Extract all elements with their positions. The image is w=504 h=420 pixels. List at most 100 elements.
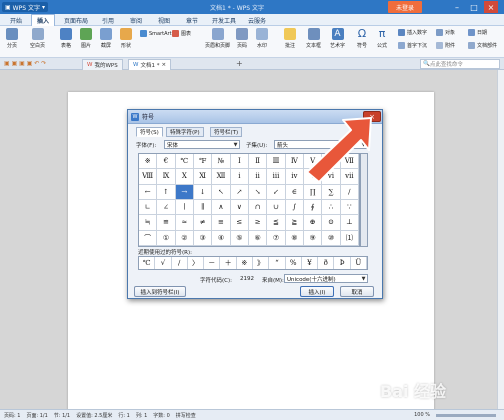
symbol-cell[interactable]: ⅳ (285, 169, 304, 185)
wordart-button[interactable]: A 艺术字 (330, 28, 345, 49)
symbol-cell[interactable]: ℃ (175, 154, 194, 170)
symbol-cell[interactable]: № (212, 154, 231, 170)
symbol-cell[interactable]: ↓ (194, 184, 213, 200)
tab-home[interactable]: 开始 (4, 14, 28, 26)
app-menu-button[interactable]: ▣ WPS 文字 ▾ (2, 2, 48, 12)
tab-page-layout[interactable]: 页面布局 (60, 14, 92, 26)
symbol-cell[interactable]: Ⅲ (267, 154, 286, 170)
page-number-button[interactable]: 页码 (236, 28, 248, 49)
symbol-cell[interactable]: ∮ (304, 199, 323, 216)
symbol-cell[interactable]: ※ (139, 154, 158, 170)
command-search-input[interactable]: 🔍 点此查找命令 (420, 59, 500, 69)
screenshot-button[interactable]: 截屏 (100, 28, 112, 49)
smartart-button[interactable]: SmartArt (140, 30, 172, 37)
table-button[interactable]: 表格 (60, 28, 72, 49)
insert-button[interactable]: 插入(I) (300, 286, 334, 297)
symbol-cell[interactable]: ⅱ (249, 169, 268, 185)
zoom-level[interactable]: 100 % (414, 412, 430, 418)
symbol-cell[interactable]: ⑨ (304, 230, 323, 246)
symbol-cell[interactable]: ↙ (267, 184, 286, 200)
tab-special-chars[interactable]: 特殊字符(P) (166, 127, 204, 137)
symbol-cell[interactable]: → (175, 184, 194, 200)
symbol-cell[interactable]: ③ (194, 230, 213, 246)
tab-insert[interactable]: 插入 (31, 14, 55, 26)
symbol-cell[interactable]: ∵ (340, 199, 359, 216)
symbol-cell[interactable]: Ⅹ (175, 169, 194, 185)
symbol-cell[interactable]: ⑴ (340, 230, 359, 246)
shapes-button[interactable]: 形状 (120, 28, 132, 49)
symbol-cell[interactable]: ⊕ (304, 215, 323, 231)
blank-page-button[interactable]: 空白页 (30, 28, 45, 49)
recent-symbol-cell[interactable]: Ü (351, 257, 367, 269)
quick-toolbar-icon[interactable]: ▣ ▣ ▣ ▣ ↶ ↷ (4, 60, 46, 67)
symbol-cell[interactable]: ⑥ (249, 230, 268, 246)
symbol-cell[interactable]: ⌒ (139, 230, 158, 246)
watermark-button[interactable]: 水印 (256, 28, 268, 49)
recent-symbol-cell[interactable]: √ (155, 257, 172, 269)
symbol-cell[interactable]: ⑦ (267, 230, 286, 246)
symbol-cell[interactable]: ⊙ (322, 215, 341, 231)
symbol-cell[interactable]: ≦ (267, 215, 286, 231)
new-tab-icon[interactable]: + (236, 59, 243, 68)
attachment-button[interactable]: 附件 (436, 42, 455, 49)
symbol-cell[interactable]: Ⅷ (139, 169, 158, 185)
symbol-button[interactable]: Ω 符号 (356, 28, 368, 50)
tab-developer[interactable]: 开发工具 (208, 14, 240, 26)
tab-chapter[interactable]: 章节 (180, 14, 204, 26)
symbol-cell[interactable]: ⊥ (340, 215, 359, 231)
symbol-cell[interactable]: ∪ (267, 199, 286, 216)
minimize-icon[interactable]: – (450, 1, 464, 13)
symbol-cell[interactable]: ↑ (157, 184, 176, 200)
symbol-cell[interactable]: ④ (212, 230, 231, 246)
symbol-cell[interactable]: ∠ (157, 199, 176, 216)
symbol-cell[interactable]: ∨ (230, 199, 249, 216)
recent-symbol-cell[interactable]: ＋ (220, 257, 237, 269)
symbol-cell[interactable]: ≡ (212, 215, 231, 231)
drop-cap-button[interactable]: 首字下沉 (398, 42, 427, 49)
symbol-cell[interactable]: ∈ (285, 184, 304, 200)
close-icon[interactable]: × (484, 1, 498, 13)
formula-button[interactable]: π 公式 (376, 28, 388, 50)
symbol-cell[interactable]: ≥ (249, 215, 268, 231)
symbol-cell[interactable]: ∧ (212, 199, 231, 216)
symbol-cell[interactable]: ∑ (322, 184, 341, 200)
symbol-cell[interactable]: ① (157, 230, 176, 246)
tab-references[interactable]: 引用 (96, 14, 120, 26)
vertical-scrollbar[interactable] (497, 70, 504, 409)
symbol-cell[interactable]: ⑩ (322, 230, 341, 246)
recent-symbol-cell[interactable]: ∕ (172, 257, 188, 269)
symbol-cell[interactable]: Ⅸ (157, 169, 176, 185)
tab-symbol-bar[interactable]: 符号栏(T) (210, 127, 243, 137)
symbol-cell[interactable]: € (157, 154, 176, 170)
symbol-cell[interactable]: ℉ (194, 154, 213, 170)
symbol-cell[interactable]: ≌ (157, 215, 176, 231)
symbol-cell[interactable]: ≤ (230, 215, 249, 231)
symbol-cell[interactable]: ↗ (230, 184, 249, 200)
symbol-cell[interactable]: ≧ (285, 215, 304, 231)
recent-symbol-cell[interactable]: 〉 (188, 257, 205, 269)
picture-button[interactable]: 图片 (80, 28, 92, 49)
doc-parts-button[interactable]: 文档部件 (468, 42, 497, 49)
font-select[interactable]: 宋体 ▼ (164, 140, 240, 149)
symbol-cell[interactable]: ⅲ (267, 169, 286, 185)
symbol-cell[interactable]: ← (139, 184, 158, 200)
tab-cloud[interactable]: 云服务 (244, 14, 270, 26)
symbol-cell[interactable]: ∕ (340, 184, 359, 200)
date-button[interactable]: 日期 (468, 29, 487, 36)
cancel-button[interactable]: 取消 (340, 286, 374, 297)
recent-symbol-cell[interactable]: Þ (334, 257, 351, 269)
recent-symbol-cell[interactable]: 》 (253, 257, 270, 269)
maximize-icon[interactable]: □ (467, 1, 481, 13)
symbol-cell[interactable]: ≒ (139, 215, 158, 231)
tab-my-wps[interactable]: W 我的WPS (82, 59, 123, 70)
zoom-slider[interactable] (436, 413, 496, 417)
tab-review[interactable]: 审阅 (124, 14, 148, 26)
symbol-cell[interactable]: Ⅻ (212, 169, 231, 185)
symbol-cell[interactable]: ≠ (194, 215, 213, 231)
recent-symbol-cell[interactable]: ð (318, 257, 335, 269)
insert-to-bar-button[interactable]: 插入到符号栏(I) (134, 286, 186, 297)
symbol-cell[interactable]: ∴ (322, 199, 341, 216)
symbol-cell[interactable]: ∏ (304, 184, 323, 200)
tab-document1[interactable]: W 文档1 * × (128, 59, 172, 70)
symbol-cell[interactable]: Ⅺ (194, 169, 213, 185)
